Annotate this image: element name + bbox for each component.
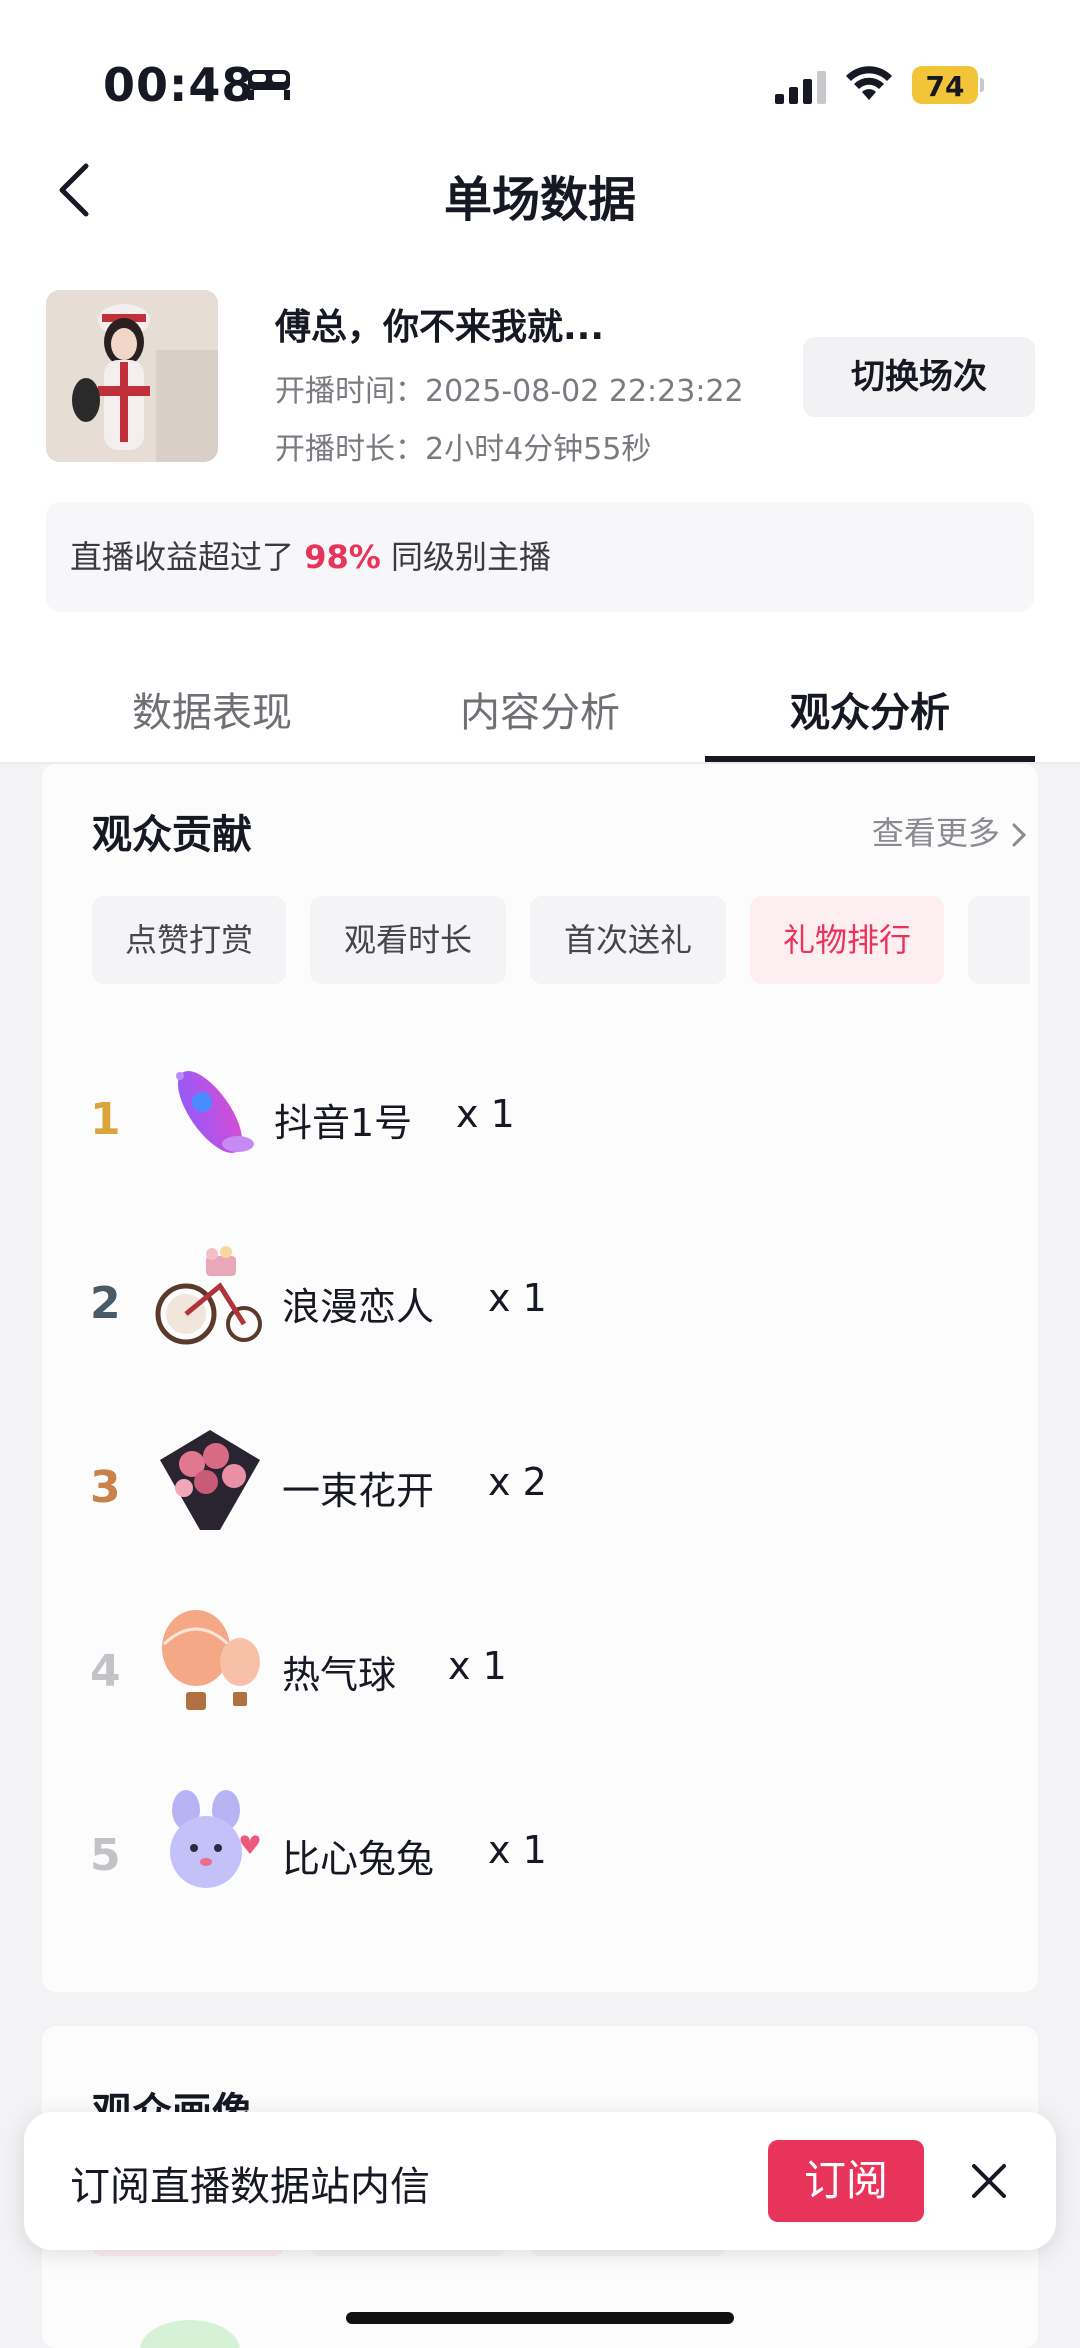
heart-bunny-gift-icon: [170, 1790, 260, 1888]
status-time: 00:48: [103, 58, 255, 112]
hot-air-balloon-gift-icon: [162, 1610, 260, 1710]
rank-number: 3: [90, 1462, 121, 1513]
chevron-right-icon: [1012, 823, 1027, 847]
switch-session-button[interactable]: 切换场次: [803, 337, 1035, 417]
chip-overflow[interactable]: [968, 896, 1030, 984]
rank-number: 2: [90, 1278, 121, 1329]
gift-name: 抖音1号: [274, 1101, 413, 1145]
earnings-banner: 直播收益超过了 98% 同级别主播: [46, 502, 1034, 612]
chip-gift-ranking[interactable]: 礼物排行: [750, 896, 944, 984]
banner-prefix: 直播收益超过了: [70, 538, 305, 576]
tab-audience-analysis[interactable]: 观众分析: [720, 680, 1020, 738]
rocket-gift-icon: [176, 1071, 254, 1153]
rank-number: 5: [90, 1830, 121, 1881]
page-title: 单场数据: [443, 172, 636, 228]
gift-count: x 2: [488, 1460, 547, 1504]
gift-name: 浪漫恋人: [282, 1285, 435, 1329]
view-more-label: 查看更多: [871, 814, 1000, 852]
stream-thumbnail[interactable]: [46, 290, 218, 462]
bicycle-gift-icon: [155, 1246, 262, 1345]
gift-name: 一束花开: [282, 1469, 435, 1513]
stream-title: 傅总，你不来我就...: [275, 307, 605, 348]
tab-data-performance[interactable]: 数据表现: [62, 680, 362, 738]
sleep-mode-icon: [248, 70, 290, 100]
tab-content-analysis[interactable]: 内容分析: [390, 680, 690, 738]
chip-likes-tips[interactable]: 点赞打赏: [92, 896, 286, 984]
chip-watch-time[interactable]: 观看时长: [310, 896, 506, 984]
gift-count: x 1: [488, 1276, 547, 1320]
cellular-signal-icon: [775, 71, 826, 104]
stream-cover-image: [46, 290, 218, 462]
popup-message: 订阅直播数据站内信: [70, 2164, 430, 2210]
rank-number: 1: [90, 1094, 121, 1145]
chip-first-gift[interactable]: 首次送礼: [530, 896, 726, 984]
banner-suffix: 同级别主播: [380, 538, 551, 576]
gift-name: 热气球: [282, 1653, 397, 1697]
back-arrow-icon[interactable]: [50, 160, 100, 220]
duration-value: 2小时4分钟55秒: [425, 432, 652, 467]
subscribe-button[interactable]: 订阅: [768, 2140, 924, 2222]
banner-percent: 98%: [304, 538, 381, 576]
status-bar: 00:48 74: [0, 0, 1080, 150]
gift-rank-row: 1 抖音1号 x 1: [42, 1042, 1038, 1192]
gift-rank-row: 4 热气球 x 1: [42, 1594, 1038, 1744]
duration-label: 开播时长：: [275, 432, 425, 467]
home-indicator[interactable]: [346, 2312, 734, 2324]
duration-line: 开播时长：2小时4分钟55秒: [275, 424, 651, 468]
gift-rank-row: 3 一束花开 x 2: [42, 1410, 1038, 1560]
start-time-line: 开播时间：2025-08-02 22:23:22: [275, 366, 744, 410]
gift-count: x 1: [448, 1644, 507, 1688]
rank-number: 4: [90, 1646, 121, 1697]
view-more-link[interactable]: 查看更多: [872, 808, 1028, 854]
battery-indicator: 74: [912, 66, 984, 104]
gift-count: x 1: [456, 1092, 515, 1136]
subscribe-popup: 订阅直播数据站内信 订阅: [24, 2112, 1056, 2250]
gift-count: x 1: [488, 1828, 547, 1872]
close-icon[interactable]: [966, 2158, 1012, 2204]
battery-level: 74: [925, 70, 965, 103]
flower-bouquet-gift-icon: [160, 1430, 260, 1530]
wifi-icon: [846, 66, 892, 100]
gift-name: 比心兔兔: [282, 1837, 435, 1881]
start-time-label: 开播时间：: [275, 374, 425, 409]
gift-rank-row: 5 比心兔兔 x 1: [42, 1778, 1038, 1928]
gift-rank-row: 2 浪漫恋人 x 1: [42, 1226, 1038, 1376]
start-time-value: 2025-08-02 22:23:22: [425, 374, 744, 409]
contribution-title: 观众贡献: [92, 812, 252, 858]
